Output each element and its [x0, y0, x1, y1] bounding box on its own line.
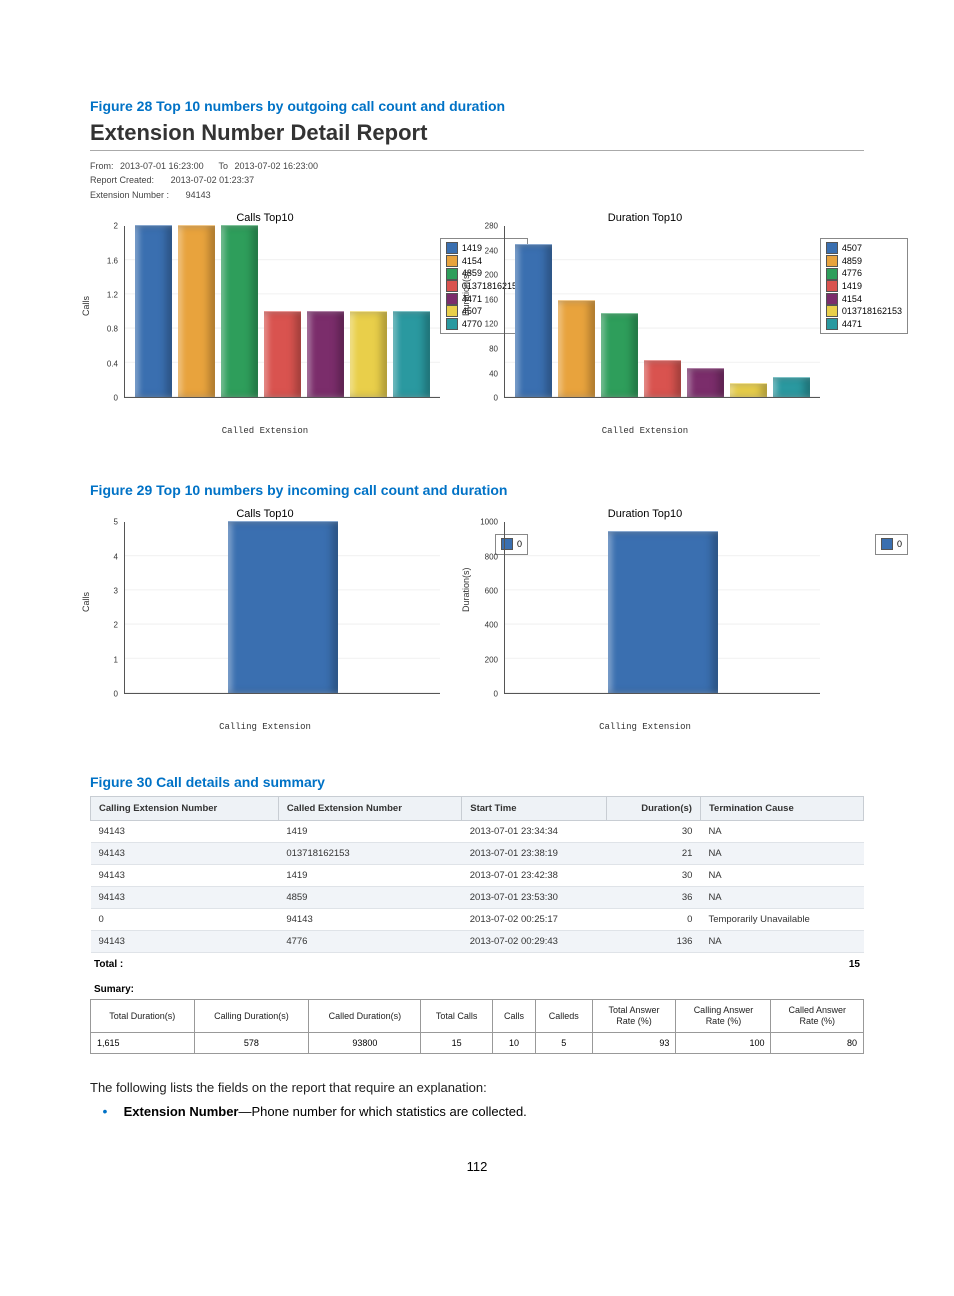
figure30-caption: Figure 30 Call details and summary — [90, 774, 864, 790]
summary-header: Total AnswerRate (%) — [592, 1000, 676, 1033]
bar-4471 — [307, 311, 344, 398]
from-label: From: — [90, 161, 114, 171]
summary-cell: 10 — [492, 1032, 535, 1053]
legend: 450748594776141941540137181621534471 — [820, 238, 908, 334]
summary-cell: 93800 — [309, 1032, 421, 1053]
summary-header: Total Duration(s) — [91, 1000, 195, 1033]
bar-4507 — [515, 244, 552, 398]
bullet-item: Extension Number—Phone number for which … — [90, 1103, 864, 1119]
total-label: Total : — [94, 959, 123, 970]
created-value: 2013-07-02 01:23:37 — [171, 175, 255, 185]
summary-header: Calls — [492, 1000, 535, 1033]
bar-4154 — [178, 225, 215, 397]
report-meta: From: 2013-07-01 16:23:00 To 2013-07-02 … — [90, 159, 864, 202]
table-row: 9414347762013-07-02 00:29:43136NA — [91, 931, 864, 953]
page: Figure 28 Top 10 numbers by outgoing cal… — [0, 0, 954, 1214]
bullet-text: —Phone number for which statistics are c… — [238, 1104, 526, 1119]
chart-in-calls: Calls Top10012345CallsCalling Extension0 — [90, 508, 440, 732]
bullet-label: Extension Number — [124, 1104, 239, 1119]
body-intro: The following lists the fields on the re… — [90, 1078, 864, 1098]
chart-out-calls: Calls Top1000.40.81.21.62CallsCalled Ext… — [90, 212, 440, 436]
summary-table: Total Duration(s)Calling Duration(s)Call… — [90, 999, 864, 1054]
bar-0 — [228, 521, 338, 693]
total-value: 15 — [849, 959, 860, 970]
to-label: To — [218, 161, 228, 171]
bar-013718162153 — [264, 311, 301, 398]
summary-cell: 5 — [536, 1032, 592, 1053]
summary-label: Sumary: — [94, 984, 864, 995]
ext-value: 94143 — [186, 190, 211, 200]
chart-in-duration: Duration Top1002004006008001000Duration(… — [470, 508, 820, 732]
chart-title: Calls Top10 — [90, 508, 440, 520]
table-row: 9414348592013-07-01 23:53:3036NA — [91, 887, 864, 909]
bar-013718162153 — [730, 383, 767, 397]
chart-title: Duration Top10 — [470, 212, 820, 224]
summary-header: Called Duration(s) — [309, 1000, 421, 1033]
summary-cell: 100 — [676, 1032, 771, 1053]
summary-cell: 15 — [421, 1032, 492, 1053]
summary-header: Calling AnswerRate (%) — [676, 1000, 771, 1033]
figure28-caption: Figure 28 Top 10 numbers by outgoing cal… — [90, 98, 864, 114]
summary-cell: 1,615 — [91, 1032, 195, 1053]
bar-4507 — [350, 311, 387, 398]
bar-4776 — [601, 313, 638, 397]
bullet-list: Extension Number—Phone number for which … — [90, 1103, 864, 1119]
chart-out-duration: Duration Top1004080120160200240280Durati… — [470, 212, 820, 436]
detail-header: Start Time — [462, 797, 607, 821]
call-detail-table: Calling Extension NumberCalled Extension… — [90, 796, 864, 953]
ext-label: Extension Number : — [90, 190, 169, 200]
bar-4154 — [687, 368, 724, 397]
table-row: 941430137181621532013-07-01 23:38:1921NA — [91, 843, 864, 865]
bar-4471 — [773, 377, 810, 398]
bar-4770 — [393, 311, 430, 398]
bar-1419 — [135, 225, 172, 397]
chart-title: Calls Top10 — [90, 212, 440, 224]
bar-0 — [608, 531, 718, 693]
divider — [90, 150, 864, 151]
to-value: 2013-07-02 16:23:00 — [234, 161, 318, 171]
report-title: Extension Number Detail Report — [90, 120, 864, 146]
detail-header: Termination Cause — [700, 797, 863, 821]
summary-cell: 80 — [771, 1032, 864, 1053]
incoming-charts-row: Calls Top10012345CallsCalling Extension0… — [90, 508, 864, 732]
table-row: 9414314192013-07-01 23:42:3830NA — [91, 865, 864, 887]
summary-header: Calling Duration(s) — [194, 1000, 309, 1033]
bar-1419 — [644, 360, 681, 398]
page-number: 112 — [90, 1159, 864, 1174]
from-value: 2013-07-01 16:23:00 — [120, 161, 204, 171]
summary-header: Calleds — [536, 1000, 592, 1033]
chart-title: Duration Top10 — [470, 508, 820, 520]
summary-header: Total Calls — [421, 1000, 492, 1033]
outgoing-charts-row: Calls Top1000.40.81.21.62CallsCalled Ext… — [90, 212, 864, 436]
bar-4859 — [221, 225, 258, 397]
summary-header: Called AnswerRate (%) — [771, 1000, 864, 1033]
table-row: 9414314192013-07-01 23:34:3430NA — [91, 821, 864, 843]
bar-4859 — [558, 300, 595, 397]
table-row: 0941432013-07-02 00:25:170Temporarily Un… — [91, 909, 864, 931]
total-row: Total : 15 — [90, 953, 864, 972]
detail-header: Duration(s) — [606, 797, 700, 821]
figure29-caption: Figure 29 Top 10 numbers by incoming cal… — [90, 482, 864, 498]
summary-cell: 93 — [592, 1032, 676, 1053]
detail-header: Calling Extension Number — [91, 797, 279, 821]
created-label: Report Created: — [90, 175, 154, 185]
detail-header: Called Extension Number — [278, 797, 461, 821]
legend: 0 — [875, 534, 908, 555]
summary-cell: 578 — [194, 1032, 309, 1053]
